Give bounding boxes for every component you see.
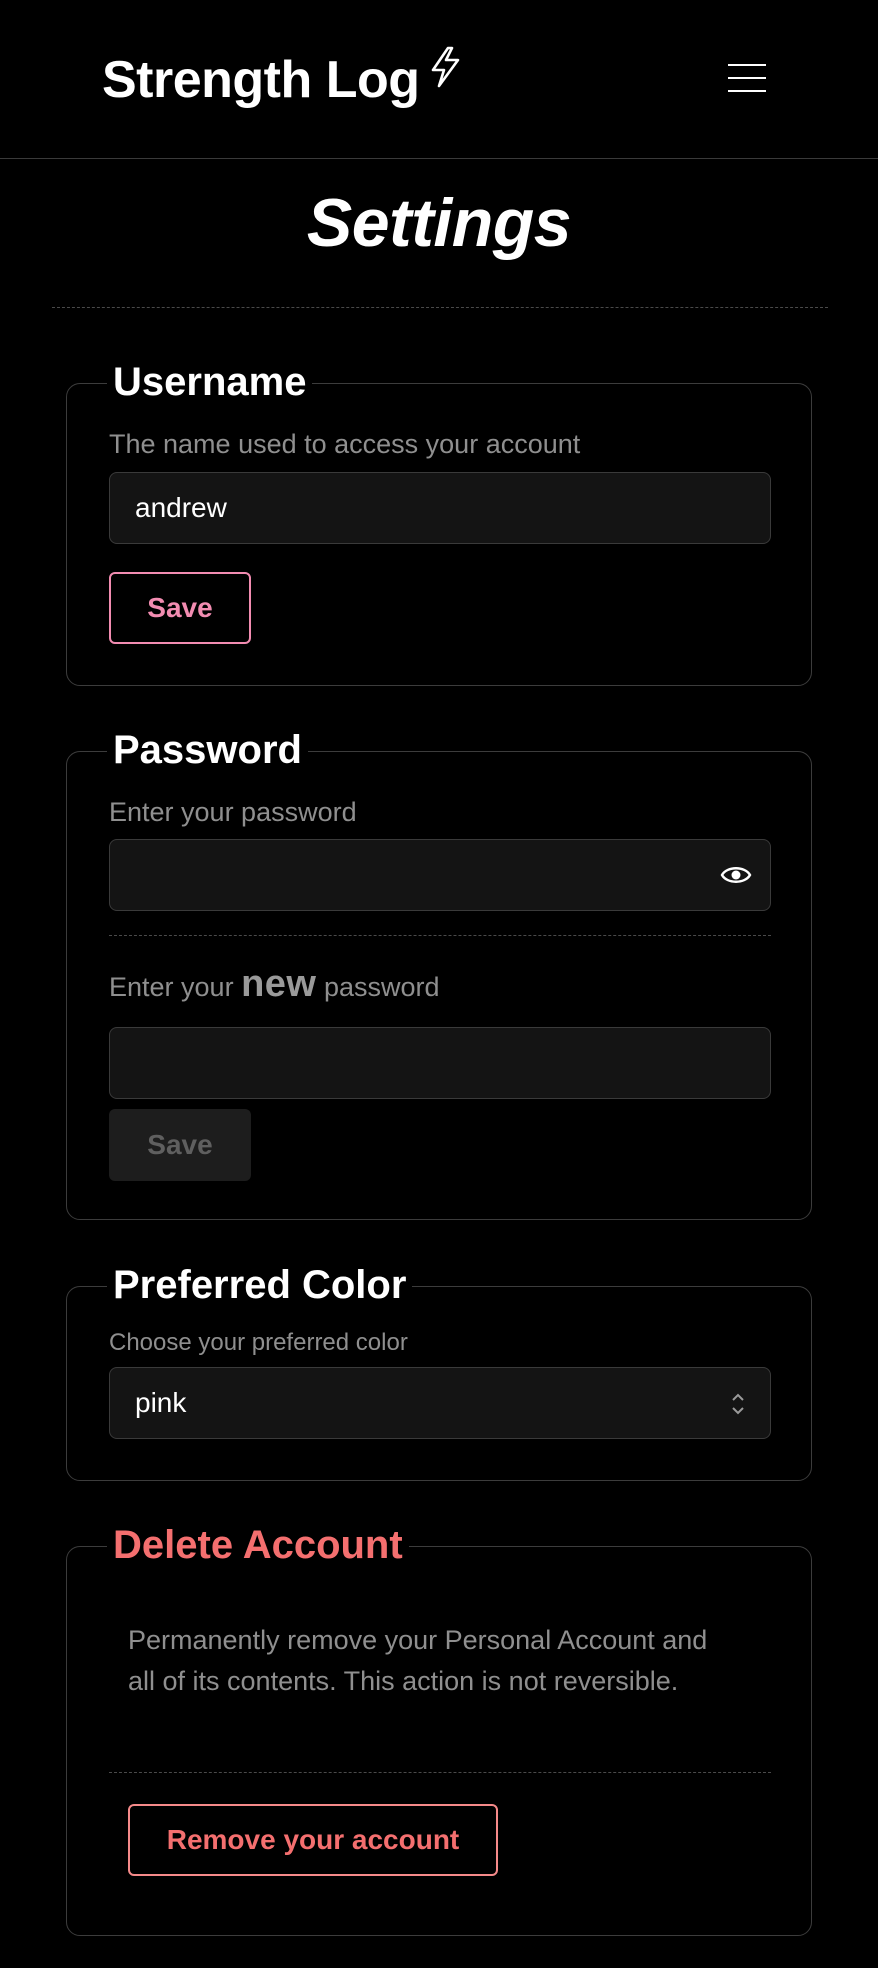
current-password-input[interactable] [109, 839, 771, 911]
preferred-color-label: Choose your preferred color [109, 1329, 408, 1356]
new-password-label-suffix: password [324, 972, 440, 1002]
eye-icon[interactable] [720, 862, 752, 888]
username-label: The name used to access your account [109, 429, 581, 459]
app-header: Strength Log [0, 0, 878, 159]
delete-account-legend: Delete Account [107, 1521, 409, 1569]
delete-account-description: Permanently remove your Personal Account… [128, 1625, 708, 1696]
username-legend: Username [107, 358, 313, 406]
preferred-color-select[interactable]: pink [109, 1367, 771, 1439]
settings-page: Strength Log Settings Username The name … [0, 0, 878, 1968]
preferred-color-legend: Preferred Color [107, 1261, 413, 1309]
username-value: andrew [135, 492, 227, 523]
page-title: Settings [306, 185, 572, 261]
new-password-input[interactable] [109, 1027, 771, 1099]
delete-account-divider [109, 1772, 771, 1773]
preferred-color-section: Preferred Color Choose your preferred co… [66, 1261, 812, 1481]
new-password-label-emphasis: new [241, 963, 317, 1005]
password-legend: Password [107, 726, 308, 774]
chevron-up-down-icon [732, 1393, 744, 1415]
username-section: Username The name used to access your ac… [66, 358, 812, 686]
new-password-label-prefix: Enter your [109, 972, 234, 1002]
delete-account-section: Delete Account Permanently remove your P… [66, 1521, 812, 1936]
username-save-button[interactable]: Save [109, 572, 251, 644]
lightning-bolt-icon [431, 46, 459, 88]
password-section: Password Enter your password Enter your … [66, 726, 812, 1220]
current-password-label: Enter your password [109, 797, 357, 827]
remove-account-button[interactable]: Remove your account [128, 1804, 498, 1876]
new-password-label: Enter your new password [109, 965, 440, 1003]
password-save-button[interactable]: Save [109, 1109, 251, 1181]
title-divider [52, 307, 828, 308]
brand-name: Strength Log [102, 51, 420, 109]
username-input[interactable]: andrew [109, 472, 771, 544]
brand[interactable]: Strength Log [102, 46, 462, 112]
password-divider [109, 935, 771, 936]
hamburger-menu-icon[interactable] [728, 64, 768, 94]
preferred-color-value: pink [135, 1387, 187, 1418]
